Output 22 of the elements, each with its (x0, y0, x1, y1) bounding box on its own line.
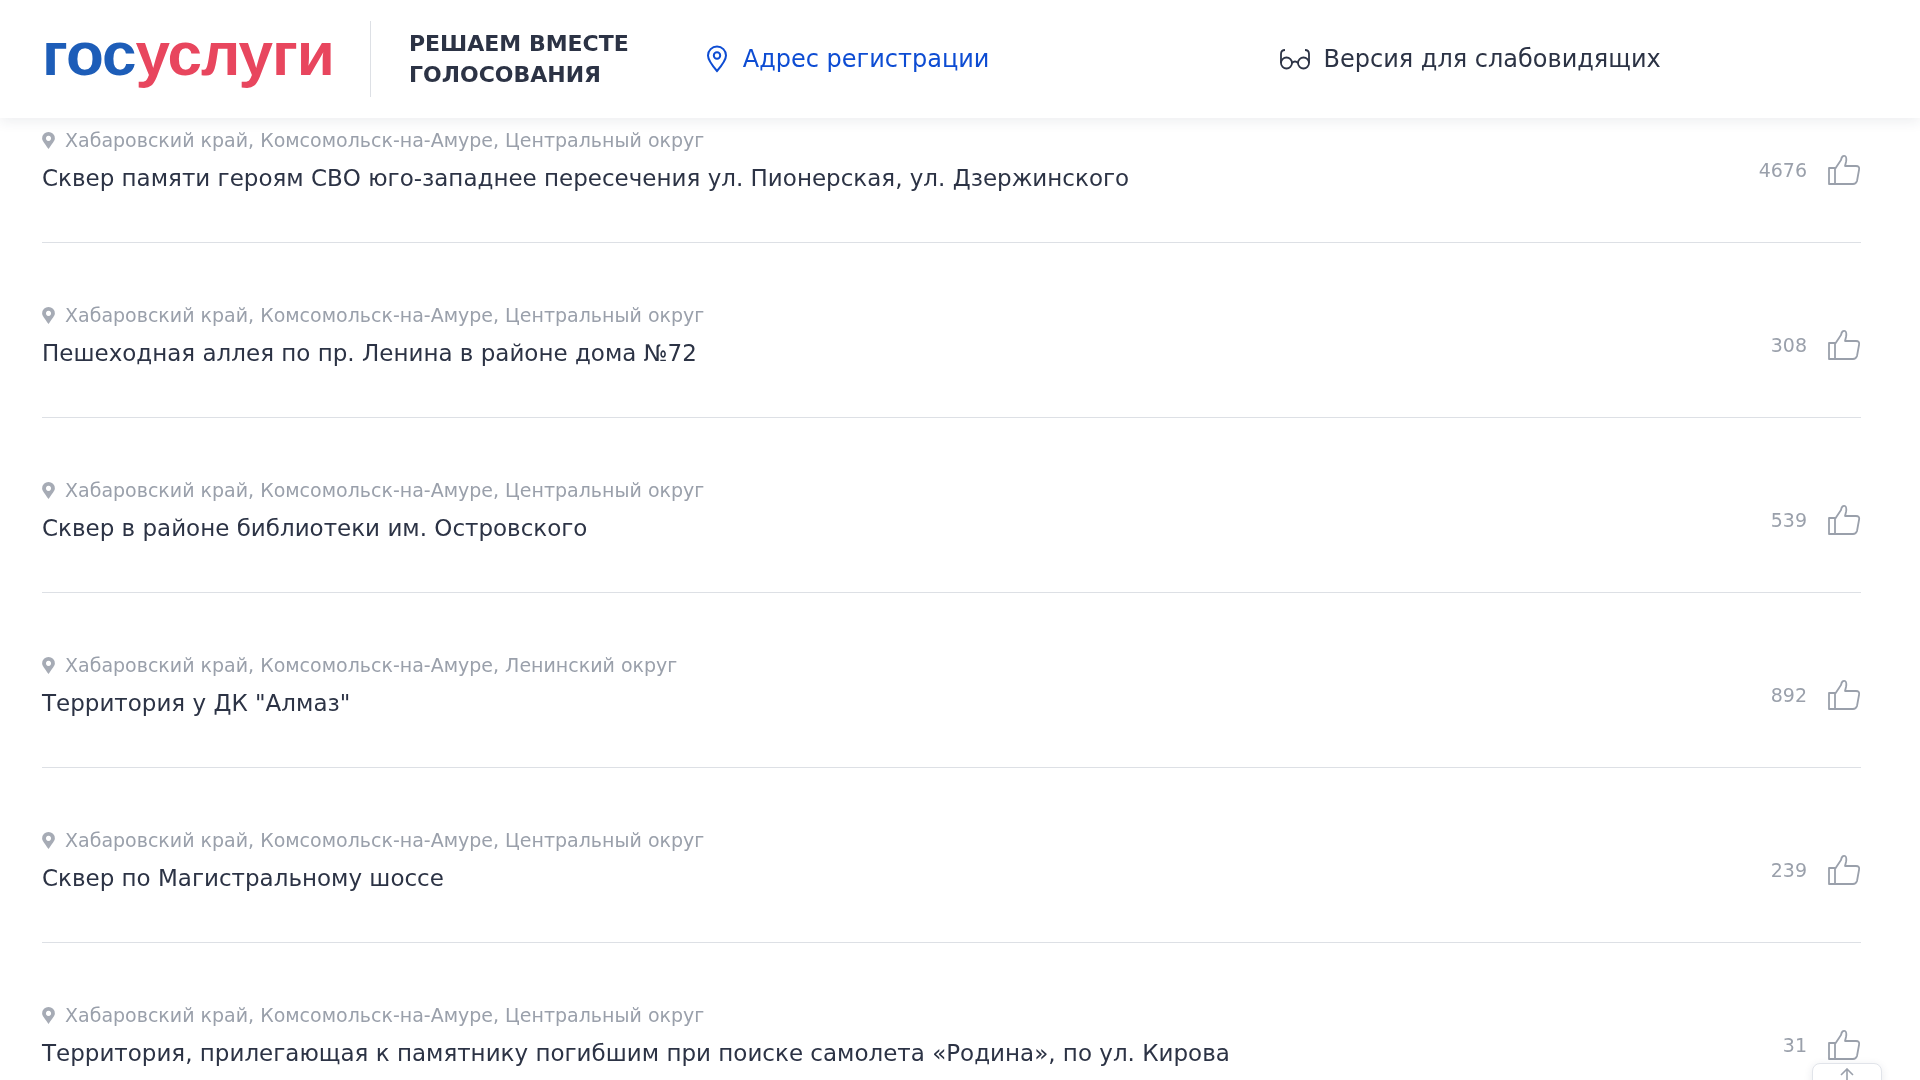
item-title[interactable]: Сквер по Магистральному шоссе (42, 865, 705, 891)
vote-count: 892 (1770, 684, 1807, 706)
location-text: Хабаровский край, Комсомольск-на-Амуре, Ленинский округ (65, 654, 678, 676)
accessibility-link[interactable]: Версия для слабовидящих (1279, 45, 1661, 73)
logo[interactable]: госуслуги (42, 23, 334, 95)
location-text: Хабаровский край, Комсомольск-на-Амуре, Центральный округ (65, 129, 705, 151)
item-title[interactable]: Территория у ДК "Алмаз" (42, 690, 678, 716)
vote-count: 308 (1770, 334, 1807, 356)
location-text: Хабаровский край, Комсомольск-на-Амуре, Центральный округ (65, 1004, 705, 1026)
vote-count: 4676 (1758, 159, 1807, 181)
item-title[interactable]: Сквер в районе библиотеки им. Островского (42, 515, 705, 541)
vote-count: 31 (1782, 1034, 1807, 1056)
location-text: Хабаровский край, Комсомольск-на-Амуре, Центральный округ (65, 479, 705, 501)
item-title[interactable]: Территория, прилегающая к памятнику погибшим при поиске самолета «Родина», по ул. Кирова (42, 1040, 1230, 1066)
location-text: Хабаровский край, Комсомольск-на-Амуре, Центральный округ (65, 304, 705, 326)
vote-count: 539 (1770, 509, 1807, 531)
item-title[interactable]: Сквер памяти героям СВО юго-западнее пересечения ул. Пионерская, ул. Дзержинского (42, 165, 1130, 191)
item-title[interactable]: Пешеходная аллея по пр. Ленина в районе дома №72 (42, 340, 705, 366)
vote-count: 239 (1770, 859, 1807, 881)
address-link[interactable]: Адрес регистрации (704, 45, 990, 73)
location-text: Хабаровский край, Комсомольск-на-Амуре, Центральный округ (65, 829, 705, 851)
tagline: РЕШАЕМ ВМЕСТЕ ГОЛОСОВАНИЯ (408, 30, 629, 89)
